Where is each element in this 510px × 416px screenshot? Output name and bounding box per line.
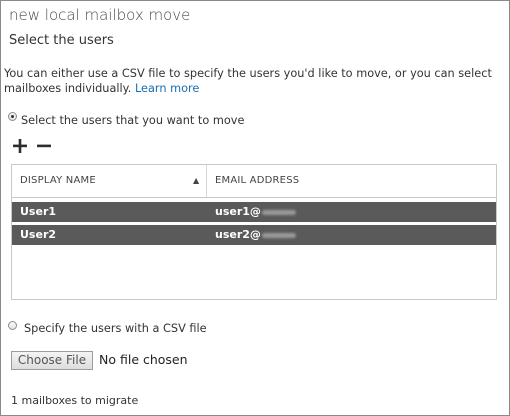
redacted-domain <box>261 232 296 238</box>
row-email: user2@ <box>215 225 296 245</box>
column-header-email-address[interactable]: EMAIL ADDRESS <box>215 165 299 197</box>
csv-file-radio[interactable] <box>8 321 17 330</box>
column-header-display-name[interactable]: DISPLAY NAME <box>20 165 96 197</box>
step-subtitle: Select the users <box>9 33 114 48</box>
row-display-name: User2 <box>20 228 57 241</box>
table-row[interactable]: User1 user1@ <box>12 202 496 222</box>
column-separator <box>206 165 207 197</box>
row-display-name: User1 <box>20 205 57 218</box>
select-users-label: Select the users that you want to move <box>21 114 245 127</box>
choose-file-button[interactable]: Choose File <box>11 351 93 370</box>
plus-icon[interactable] <box>12 137 30 155</box>
minus-icon[interactable] <box>36 137 54 155</box>
redacted-domain <box>261 209 296 215</box>
csv-file-label: Specify the users with a CSV file <box>24 322 207 335</box>
dialog-title: new local mailbox move <box>9 6 191 24</box>
row-email: user1@ <box>215 202 296 222</box>
select-users-radio[interactable] <box>8 112 17 121</box>
learn-more-link[interactable]: Learn more <box>135 82 199 95</box>
mailbox-count: 1 mailboxes to migrate <box>11 394 139 407</box>
table-header: DISPLAY NAME ▲ EMAIL ADDRESS <box>12 165 496 198</box>
description: You can either use a CSV file to specify… <box>4 66 504 96</box>
file-status: No file chosen <box>99 352 188 367</box>
table-row[interactable]: User2 user2@ <box>12 225 496 245</box>
sort-ascending-icon[interactable]: ▲ <box>193 165 199 197</box>
users-table: DISPLAY NAME ▲ EMAIL ADDRESS User1 user1… <box>11 164 497 300</box>
description-text: You can either use a CSV file to specify… <box>4 67 492 95</box>
